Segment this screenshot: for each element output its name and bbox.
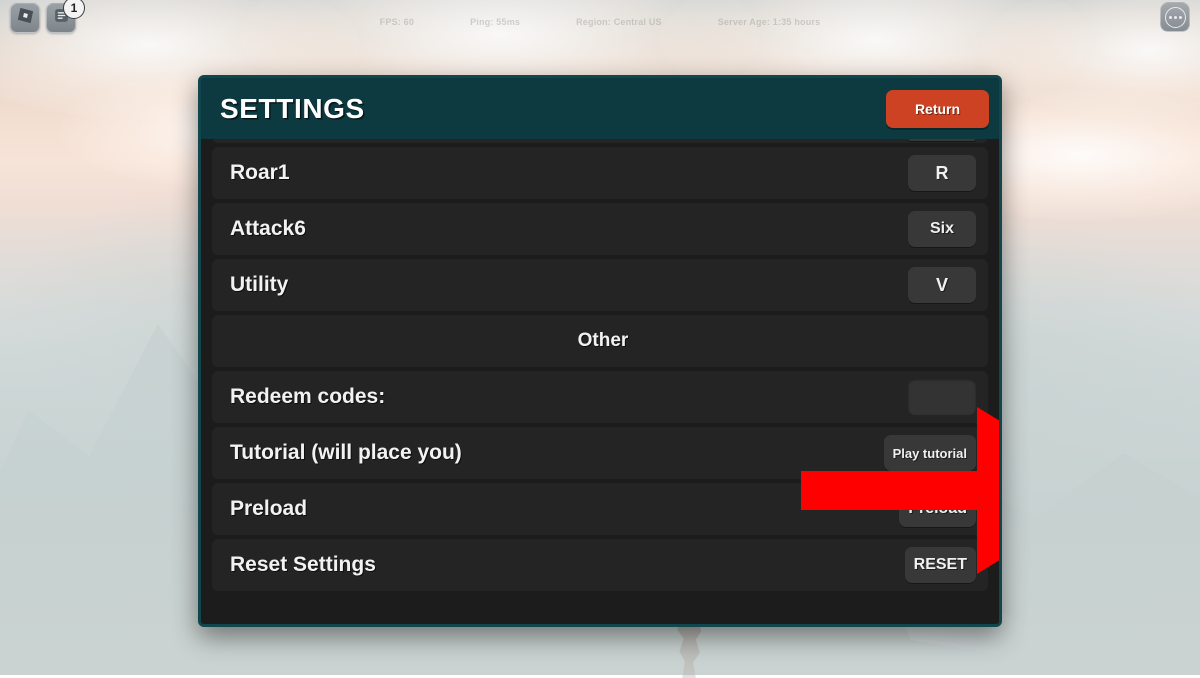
roblox-menu-button[interactable] [10,3,40,33]
settings-panel: SETTINGS Return Roar1RAttack6SixUtilityV… [198,75,1002,627]
settings-row-preload: PreloadPreload [212,483,988,535]
setting-label: Roar1 [230,161,908,185]
return-button[interactable]: Return [886,90,989,128]
setting-label: Redeem codes: [230,385,908,409]
partial-row-button[interactable] [908,139,976,141]
roblox-logo-icon [17,7,34,29]
settings-row-redeem-codes: Redeem codes: [212,371,988,423]
settings-row-reset-settings: Reset SettingsRESET [212,539,988,591]
setting-label: Tutorial (will place you) [230,441,884,465]
setting-label: Reset Settings [230,553,905,577]
settings-list: Roar1RAttack6SixUtilityVOtherRedeem code… [212,139,988,591]
setting-label: Preload [230,497,899,521]
more-options-button[interactable] [1160,2,1190,32]
redeem-codes-input[interactable] [908,379,976,415]
setting-label: Utility [230,273,908,297]
settings-row-roar1: Roar1R [212,147,988,199]
section-header-other: Other [212,315,988,367]
settings-row-row-0 [212,139,988,143]
settings-body: Roar1RAttack6SixUtilityVOtherRedeem code… [201,139,999,624]
settings-header: SETTINGS Return [201,78,999,139]
action-button-reset-settings[interactable]: RESET [905,547,976,583]
three-dots-icon [1165,7,1186,28]
section-title: Other [578,330,629,352]
keybind-button-roar1[interactable]: R [908,155,976,191]
settings-row-tutorial-will-place-you: Tutorial (will place you)Play tutorial [212,427,988,479]
settings-row-utility: UtilityV [212,259,988,311]
action-button-preload[interactable]: Preload [899,491,976,527]
chat-button[interactable]: 1 [46,3,76,33]
page-title: SETTINGS [220,93,365,125]
settings-row-attack6: Attack6Six [212,203,988,255]
keybind-button-utility[interactable]: V [908,267,976,303]
action-button-tutorial-will-place-you[interactable]: Play tutorial [884,435,976,471]
keybind-button-attack6[interactable]: Six [908,211,976,247]
setting-label: Attack6 [230,217,908,241]
